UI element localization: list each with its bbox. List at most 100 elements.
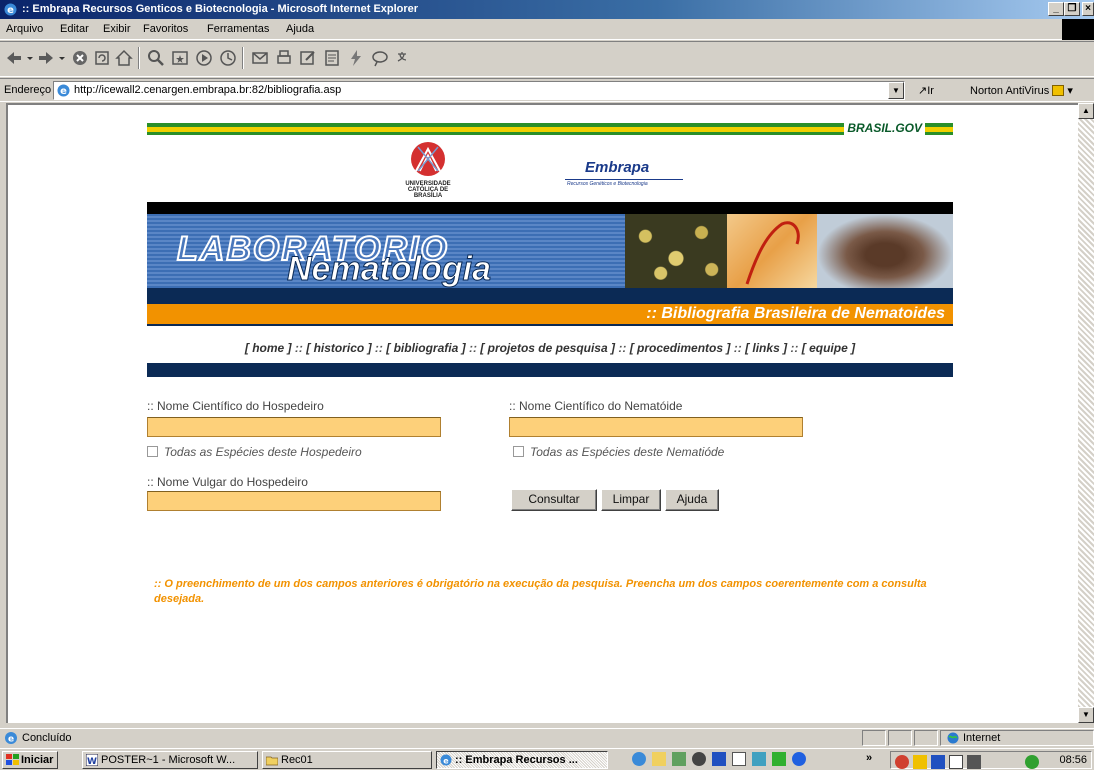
status-text: Concluído — [22, 732, 72, 744]
nav-separator: :: — [733, 341, 742, 355]
quicklaunch-media-icon[interactable] — [692, 752, 706, 766]
refresh-icon[interactable] — [92, 48, 112, 68]
tray-app-icon[interactable] — [967, 755, 981, 769]
task-word-document[interactable]: W POSTER~1 - Microsoft W... — [82, 751, 258, 769]
nematode-all-species-checkbox[interactable] — [513, 446, 524, 457]
menu-exibir[interactable]: Exibir — [103, 23, 131, 35]
scroll-up-icon[interactable]: ▲ — [1078, 103, 1094, 119]
research-icon[interactable] — [370, 48, 390, 68]
system-tray: 08:56 — [890, 751, 1092, 769]
host-all-species-checkbox[interactable] — [147, 446, 158, 457]
vertical-scrollbar[interactable]: ▲ ▼ — [1078, 103, 1094, 723]
host-scientific-input[interactable] — [147, 417, 441, 437]
nav-links[interactable]: [ links ] — [745, 341, 787, 355]
minimize-button[interactable]: _ — [1048, 2, 1064, 16]
address-dropdown-icon[interactable]: ▼ — [888, 82, 904, 99]
tray-messenger-icon[interactable] — [1025, 755, 1039, 769]
nav-bibliografia[interactable]: [ bibliografia ] — [386, 341, 465, 355]
tray-norton-icon[interactable] — [913, 755, 927, 769]
limpar-button[interactable]: Limpar — [601, 489, 661, 511]
search-icon[interactable] — [146, 48, 166, 68]
quicklaunch-app-icon[interactable] — [672, 752, 686, 766]
go-arrow-icon: ↗ — [918, 85, 928, 97]
menu-editar[interactable]: Editar — [60, 23, 89, 35]
ie-window: e :: Embrapa Recursos Genticos e Biotecn… — [0, 0, 1094, 770]
host-all-species-row: Todas as Espécies deste Hospedeiro — [147, 445, 362, 459]
media-icon[interactable] — [194, 48, 214, 68]
translate-icon[interactable] — [394, 48, 414, 68]
nav-historico[interactable]: [ historico ] — [306, 341, 371, 355]
nav-projetos[interactable]: [ projetos de pesquisa ] — [480, 341, 615, 355]
status-panel — [862, 730, 886, 746]
norton-dropdown-icon[interactable]: ▾ — [1067, 85, 1073, 97]
scroll-track[interactable] — [1078, 119, 1094, 707]
task-folder-rec01[interactable]: Rec01 — [262, 751, 432, 769]
tray-network-icon[interactable] — [931, 755, 945, 769]
zone-label: Internet — [963, 732, 1001, 744]
consultar-button[interactable]: Consultar — [511, 489, 597, 511]
task-label: POSTER~1 - Microsoft W... — [101, 754, 236, 766]
page-done-icon: e — [5, 732, 17, 745]
quicklaunch-excel-icon[interactable] — [772, 752, 786, 766]
embrapa-subtitle: Recursos Genéticos e Biotecnologia — [567, 181, 648, 187]
menu-ajuda[interactable]: Ajuda — [286, 23, 314, 35]
go-button[interactable]: ↗Ir — [918, 84, 934, 97]
norton-icon — [1052, 85, 1065, 96]
banner-nematologia-title: Nematologia — [286, 250, 492, 289]
favorites-icon[interactable] — [170, 48, 190, 68]
home-icon[interactable] — [114, 48, 134, 68]
quicklaunch-ie-icon[interactable] — [632, 752, 646, 766]
host-common-input[interactable] — [147, 491, 441, 511]
nav-separator: :: — [294, 341, 303, 355]
forward-dropdown-icon[interactable] — [58, 48, 66, 68]
quicklaunch-mail-icon[interactable] — [732, 752, 746, 766]
address-label: Endereço — [4, 84, 52, 96]
toolbar-separator — [138, 47, 140, 69]
quicklaunch-folder-icon[interactable] — [652, 752, 666, 766]
forward-icon[interactable] — [36, 48, 56, 68]
address-input[interactable]: e http://icewall2.cenargen.embrapa.br:82… — [53, 81, 905, 100]
quicklaunch-messenger-icon[interactable] — [792, 752, 806, 766]
ie-icon: e — [440, 754, 452, 766]
discuss-icon[interactable] — [322, 48, 342, 68]
tray-app-icon[interactable] — [895, 755, 909, 769]
nematode-scientific-input[interactable] — [509, 417, 803, 437]
status-bar: e Concluído Internet — [0, 728, 1094, 746]
embrapa-logo[interactable]: Embrapa Recursos Genéticos e Biotecnolog… — [565, 159, 683, 195]
taskbar-chevron-icon[interactable]: » — [866, 752, 872, 764]
stop-icon[interactable] — [70, 48, 90, 68]
menu-favoritos[interactable]: Favoritos — [143, 23, 188, 35]
history-icon[interactable] — [218, 48, 238, 68]
main-nav: [ home ] :: [ historico ] :: [ bibliogra… — [147, 341, 953, 355]
back-icon[interactable] — [4, 48, 24, 68]
back-dropdown-icon[interactable] — [26, 48, 34, 68]
edit-icon[interactable] — [298, 48, 318, 68]
host-common-label: :: Nome Vulgar do Hospedeiro — [147, 475, 308, 489]
ajuda-button[interactable]: Ajuda — [665, 489, 719, 511]
mail-icon[interactable] — [250, 48, 270, 68]
norton-antivirus-button[interactable]: Norton AntiVirus ▾ — [970, 84, 1073, 97]
restore-button[interactable]: ❐ — [1064, 2, 1080, 16]
tray-calendar-icon[interactable] — [949, 755, 963, 769]
quicklaunch-app-icon[interactable] — [712, 752, 726, 766]
nav-procedimentos[interactable]: [ procedimentos ] — [630, 341, 731, 355]
menu-ferramentas[interactable]: Ferramentas — [207, 23, 269, 35]
svg-text:e: e — [8, 735, 14, 745]
start-button[interactable]: Iniciar — [2, 751, 58, 769]
section-title: :: Bibliografia Brasileira de Nematoides — [646, 305, 945, 322]
menu-arquivo[interactable]: Arquivo — [6, 23, 43, 35]
task-embrapa-ie[interactable]: e :: Embrapa Recursos ... — [436, 751, 608, 769]
print-icon[interactable] — [274, 48, 294, 68]
messenger-icon[interactable] — [346, 48, 366, 68]
ucb-emblem-icon — [411, 142, 445, 176]
close-button[interactable]: × — [1082, 2, 1094, 16]
quicklaunch-app-icon[interactable] — [752, 752, 766, 766]
windows-logo-icon — [1062, 19, 1094, 40]
scroll-down-icon[interactable]: ▼ — [1078, 707, 1094, 723]
nav-equipe[interactable]: [ equipe ] — [802, 341, 855, 355]
banner-title-panel: LABORATORIO Nematologia — [147, 214, 625, 289]
nav-home[interactable]: [ home ] — [245, 341, 292, 355]
ucb-logo[interactable]: UNIVERSIDADE CATÓLICA DE BRASÍLIA — [397, 141, 459, 199]
brasil-gov-logo[interactable]: BRASIL.GOV — [844, 121, 925, 135]
task-label: Rec01 — [281, 754, 313, 766]
